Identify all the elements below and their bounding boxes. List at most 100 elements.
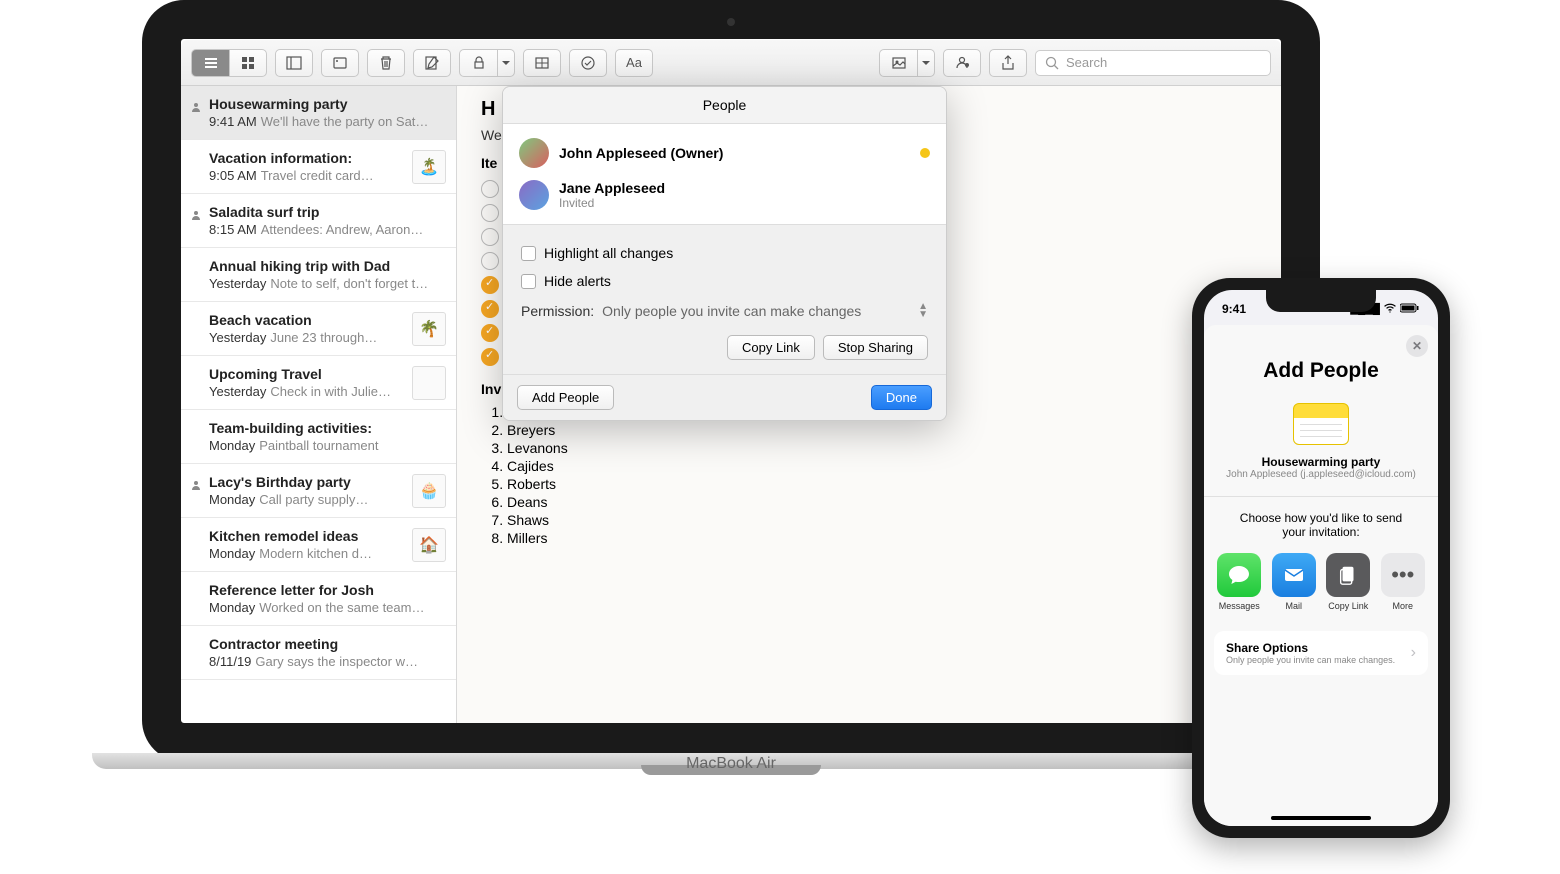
check-circle[interactable] bbox=[481, 180, 499, 198]
note-item[interactable]: Housewarming party9:41 AMWe'll have the … bbox=[181, 86, 456, 140]
note-item[interactable]: Contractor meeting8/11/19Gary says the i… bbox=[181, 626, 456, 680]
lock-button[interactable] bbox=[459, 49, 497, 77]
note-item[interactable]: Annual hiking trip with Dad Yesterday Note… bbox=[181, 248, 456, 302]
person-status-dot bbox=[920, 148, 930, 158]
table-button[interactable] bbox=[523, 49, 561, 77]
view-list-button[interactable] bbox=[191, 49, 229, 77]
note-item-time: 9:41 AM bbox=[209, 114, 257, 129]
sheet-title: Add People bbox=[1204, 325, 1438, 397]
note-item[interactable]: 🌴Beach vacationYesterdayJune 23 through… bbox=[181, 302, 456, 356]
share-more[interactable]: •••More bbox=[1376, 553, 1431, 611]
shared-icon bbox=[191, 99, 201, 109]
lock-menu-button[interactable] bbox=[497, 49, 515, 77]
share-copy-link[interactable]: Copy Link bbox=[1321, 553, 1376, 611]
share-messages[interactable]: Messages bbox=[1212, 553, 1267, 611]
highlight-changes-checkbox[interactable] bbox=[521, 246, 536, 261]
note-item[interactable]: 🧁Lacy's Birthday partyMondayCall party s… bbox=[181, 464, 456, 518]
note-item-title: Annual hiking trip with Dad bbox=[209, 258, 442, 274]
note-item-preview: Call party supply… bbox=[259, 492, 368, 507]
add-people-button[interactable]: Add People bbox=[517, 385, 614, 410]
note-item-time: Monday bbox=[209, 546, 255, 561]
note-thumbnail: 🌴 bbox=[412, 312, 446, 346]
note-item[interactable]: Reference letter for JoshMondayWorked on… bbox=[181, 572, 456, 626]
close-button[interactable]: ✕ bbox=[1406, 335, 1428, 357]
chevron-right-icon: › bbox=[1411, 644, 1416, 662]
note-item[interactable]: Saladita surf trip8:15 AMAttendees: Andr… bbox=[181, 194, 456, 248]
share-row: Messages Mail Copy Link •••More bbox=[1204, 553, 1438, 625]
attachments-button[interactable] bbox=[321, 49, 359, 77]
note-item[interactable]: 🏝️Vacation information:9:05 AMTravel cre… bbox=[181, 140, 456, 194]
note-item-title: Upcoming Travel bbox=[209, 366, 442, 382]
note-item-preview: Note to self, don't forget t… bbox=[270, 276, 428, 291]
note-thumbnail: 🏠 bbox=[412, 528, 446, 562]
iphone-time: 9:41 bbox=[1222, 302, 1246, 316]
note-item-time: Yesterday bbox=[209, 384, 266, 399]
note-item[interactable]: Team-building activities:MondayPaintball… bbox=[181, 410, 456, 464]
avatar bbox=[519, 138, 549, 168]
done-button[interactable]: Done bbox=[871, 385, 932, 410]
share-mail[interactable]: Mail bbox=[1267, 553, 1322, 611]
view-grid-button[interactable] bbox=[229, 49, 267, 77]
share-options-row[interactable]: Share Options Only people you invite can… bbox=[1214, 631, 1428, 675]
note-item-time: Monday bbox=[209, 438, 255, 453]
note-item-time: 9:05 AM bbox=[209, 168, 257, 183]
invitee-item: Shaws bbox=[507, 511, 1257, 529]
check-circle[interactable] bbox=[481, 252, 499, 270]
search-input[interactable]: Search bbox=[1035, 50, 1271, 76]
permission-stepper[interactable]: ▲▼ bbox=[918, 303, 928, 319]
sidebar-toggle-button[interactable] bbox=[275, 49, 313, 77]
stop-sharing-button[interactable]: Stop Sharing bbox=[823, 335, 928, 360]
people-list: John Appleseed (Owner)Jane AppleseedInvi… bbox=[503, 124, 946, 224]
add-people-sheet: ✕ Add People Housewarming party John App… bbox=[1204, 325, 1438, 826]
hide-alerts-checkbox[interactable] bbox=[521, 274, 536, 289]
avatar bbox=[519, 180, 549, 210]
home-indicator[interactable] bbox=[1271, 816, 1371, 820]
note-item-time: Yesterday bbox=[209, 276, 266, 291]
toolbar: Aa Search bbox=[181, 40, 1281, 86]
check-circle[interactable] bbox=[481, 204, 499, 222]
sheet-note-sub: John Appleseed (j.appleseed@icloud.com) bbox=[1204, 469, 1438, 480]
note-item-title: Saladita surf trip bbox=[209, 204, 442, 220]
check-circle[interactable] bbox=[481, 300, 499, 318]
note-item-title: Lacy's Birthday party bbox=[209, 474, 442, 490]
popover-title: People bbox=[503, 87, 946, 124]
check-circle[interactable] bbox=[481, 348, 499, 366]
invitee-item: Breyers bbox=[507, 421, 1257, 439]
media-menu-button[interactable] bbox=[917, 49, 935, 77]
shared-icon bbox=[191, 477, 201, 487]
battery-icon bbox=[1400, 303, 1420, 316]
note-item-preview: Worked on the same team… bbox=[259, 600, 424, 615]
format-button[interactable]: Aa bbox=[615, 49, 653, 77]
note-icon bbox=[1293, 403, 1349, 445]
sheet-prompt: Choose how you'd like to send your invit… bbox=[1204, 511, 1438, 553]
check-circle[interactable] bbox=[481, 228, 499, 246]
collaborate-button[interactable] bbox=[943, 49, 981, 77]
note-thumbnail bbox=[412, 366, 446, 400]
note-item[interactable]: Upcoming Travel Yesterday Check in with Ju… bbox=[181, 356, 456, 410]
note-item[interactable]: 🏠Kitchen remodel ideas Monday Modern kitch… bbox=[181, 518, 456, 572]
media-button[interactable] bbox=[879, 49, 917, 77]
mail-icon bbox=[1272, 553, 1316, 597]
share-options-sub: Only people you invite can make changes. bbox=[1226, 655, 1395, 665]
note-item-preview: Gary says the inspector w… bbox=[255, 654, 418, 669]
new-note-button[interactable] bbox=[413, 49, 451, 77]
note-item-title: Vacation information: bbox=[209, 150, 442, 166]
highlight-changes-label: Highlight all changes bbox=[544, 245, 673, 261]
note-item-preview: Check in with Julie… bbox=[270, 384, 391, 399]
copy-link-button[interactable]: Copy Link bbox=[727, 335, 815, 360]
copy-link-icon bbox=[1326, 553, 1370, 597]
check-circle[interactable] bbox=[481, 324, 499, 342]
share-options-title: Share Options bbox=[1226, 641, 1395, 655]
note-item-preview: June 23 through… bbox=[270, 330, 377, 345]
person-row[interactable]: John Appleseed (Owner) bbox=[519, 132, 930, 174]
check-circle[interactable] bbox=[481, 276, 499, 294]
note-item-preview: Modern kitchen d… bbox=[259, 546, 372, 561]
delete-button[interactable] bbox=[367, 49, 405, 77]
more-icon: ••• bbox=[1381, 553, 1425, 597]
search-icon bbox=[1044, 55, 1060, 71]
checklist-button[interactable] bbox=[569, 49, 607, 77]
note-thumbnail: 🧁 bbox=[412, 474, 446, 508]
person-row[interactable]: Jane AppleseedInvited bbox=[519, 174, 930, 216]
share-button[interactable] bbox=[989, 49, 1027, 77]
note-item-title: Kitchen remodel ideas bbox=[209, 528, 442, 544]
